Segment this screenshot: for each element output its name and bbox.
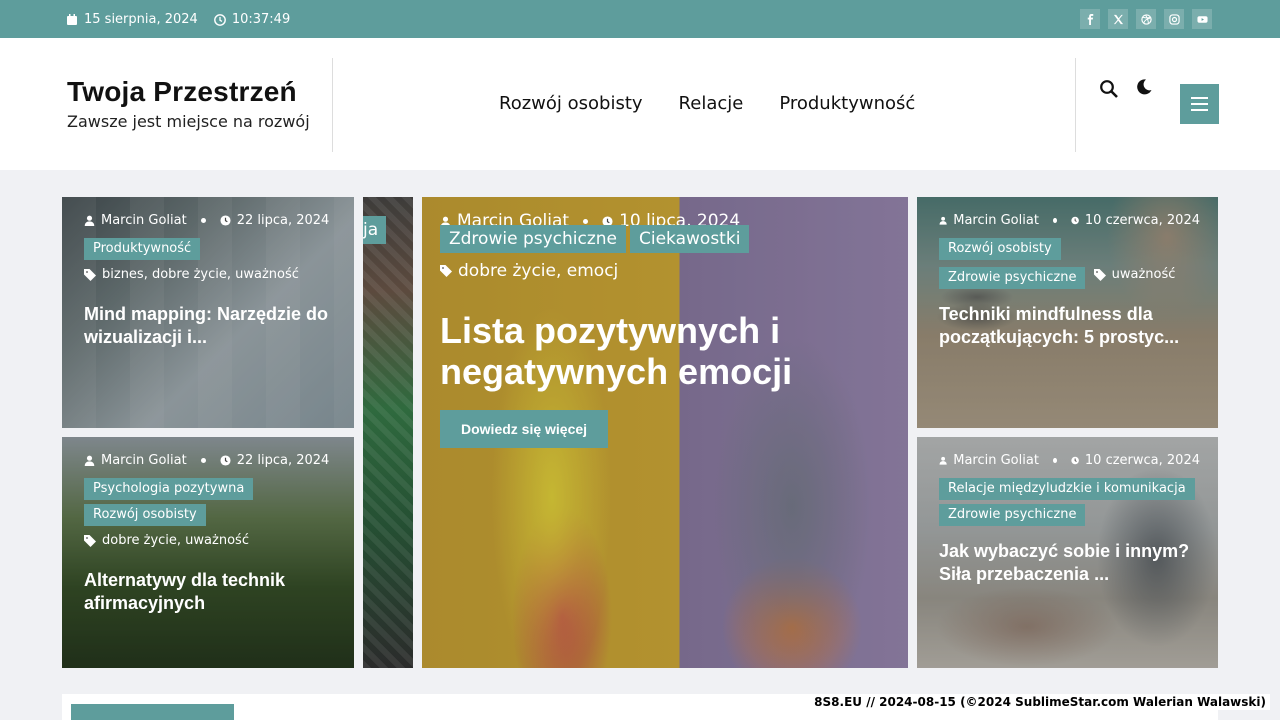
post-title[interactable]: Mind mapping: Narzędzie do wizualizacji … [84, 303, 336, 349]
post-title[interactable]: Jak wybaczyć sobie i innym? Siła przebac… [939, 540, 1200, 586]
post-tags[interactable]: dobre życie, emocj [458, 255, 618, 287]
post-author[interactable]: Marcin Goliat [953, 213, 1039, 228]
user-icon [84, 455, 95, 466]
category-badge[interactable]: Zdrowie psychiczne [440, 225, 626, 253]
user-icon [939, 216, 947, 225]
post-author[interactable]: Marcin Goliat [101, 453, 187, 468]
calendar-icon [67, 13, 77, 25]
category-badge[interactable]: Zdrowie psychiczne [939, 504, 1086, 526]
tag-icon [440, 265, 452, 277]
facebook-icon[interactable] [1080, 9, 1100, 29]
post-card-przebaczenie[interactable]: Marcin Goliat 10 czerwca, 2024 Relacje m… [917, 437, 1218, 668]
divider [1075, 58, 1076, 152]
clock-icon [220, 455, 231, 466]
post-card-mind-mapping[interactable]: Marcin Goliat 22 lipca, 2024 Produktywno… [62, 197, 354, 428]
post-title[interactable]: Lista pozytywnych i negatywnych emocji [440, 310, 890, 392]
post-date[interactable]: 10 czerwca, 2024 [1085, 453, 1200, 468]
category-badge[interactable]: Rozwój osobisty [939, 238, 1061, 260]
search-icon[interactable] [1099, 79, 1119, 99]
tag-icon [84, 269, 96, 281]
x-icon[interactable] [1108, 9, 1128, 29]
site-header: Twoja Przestrzeń Zawsze jest miejsce na … [0, 38, 1280, 170]
post-card-alternatywy[interactable]: Marcin Goliat 22 lipca, 2024 Psychologia… [62, 437, 354, 668]
category-badge: ja [363, 216, 387, 244]
dribbble-icon[interactable] [1136, 9, 1156, 29]
post-date[interactable]: 22 lipca, 2024 [237, 453, 330, 468]
post-date[interactable]: 22 lipca, 2024 [237, 213, 330, 228]
dark-mode-icon[interactable] [1135, 78, 1153, 96]
nav-item-relacje[interactable]: Relacje [679, 93, 744, 114]
tag-icon [84, 535, 96, 547]
youtube-icon[interactable] [1192, 9, 1212, 29]
post-title[interactable]: Alternatywy dla technik afirmacyjnych [84, 569, 336, 615]
instagram-icon[interactable] [1164, 9, 1184, 29]
post-author[interactable]: Marcin Goliat [101, 213, 187, 228]
clock-icon [1071, 456, 1079, 465]
clock-icon [1071, 216, 1079, 225]
featured-post-emocje[interactable]: Marcin Goliat 10 lipca, 2024 Zdrowie psy… [422, 197, 908, 668]
site-tagline: Zawsze jest miejsce na rozwój [67, 112, 310, 131]
post-title[interactable]: Techniki mindfulness dla początkujących:… [939, 303, 1200, 349]
divider [332, 58, 333, 152]
category-badge[interactable]: Produktywność [84, 238, 201, 260]
post-tags[interactable]: dobre życie, uważność [102, 528, 249, 554]
post-tags[interactable]: biznes, dobre życie, uważność [102, 262, 299, 288]
slider-previous-slide: ja [363, 197, 413, 668]
current-time: 10:37:49 [231, 12, 291, 27]
read-more-button[interactable]: Dowiedz się więcej [440, 410, 609, 448]
top-bar: 15 sierpnia, 2024 10:37:49 [0, 0, 1280, 38]
category-badge[interactable]: Psychologia pozytywna [84, 478, 254, 500]
post-card-mindfulness[interactable]: Marcin Goliat 10 czerwca, 2024 Rozwój os… [917, 197, 1218, 428]
hamburger-menu-button[interactable] [1180, 84, 1219, 124]
social-links [1080, 9, 1212, 29]
post-date[interactable]: 10 czerwca, 2024 [1085, 213, 1200, 228]
current-date: 15 sierpnia, 2024 [84, 12, 198, 27]
site-title[interactable]: Twoja Przestrzeń [67, 76, 310, 108]
clock-icon [220, 215, 231, 226]
category-badge[interactable]: Zdrowie psychiczne [939, 267, 1086, 289]
clock-icon [213, 13, 226, 26]
nav-item-rozwoj-osobisty[interactable]: Rozwój osobisty [499, 93, 643, 114]
nav-item-produktywnosc[interactable]: Produktywność [779, 93, 915, 114]
watermark: 8S8.EU // 2024-08-15 (©2024 SublimeStar.… [810, 694, 1270, 710]
section-tab[interactable] [71, 704, 234, 720]
post-tags[interactable]: uważność [1112, 262, 1176, 288]
tag-icon [1093, 269, 1106, 281]
category-badge[interactable]: Relacje międzyludzkie i komunikacja [939, 478, 1195, 500]
post-author[interactable]: Marcin Goliat [953, 453, 1039, 468]
main-nav: Rozwój osobisty Relacje Produktywność [499, 93, 915, 114]
category-badge[interactable]: Rozwój osobisty [84, 504, 206, 526]
user-icon [84, 215, 95, 226]
category-badge[interactable]: Ciekawostki [630, 225, 750, 253]
user-icon [939, 456, 947, 465]
